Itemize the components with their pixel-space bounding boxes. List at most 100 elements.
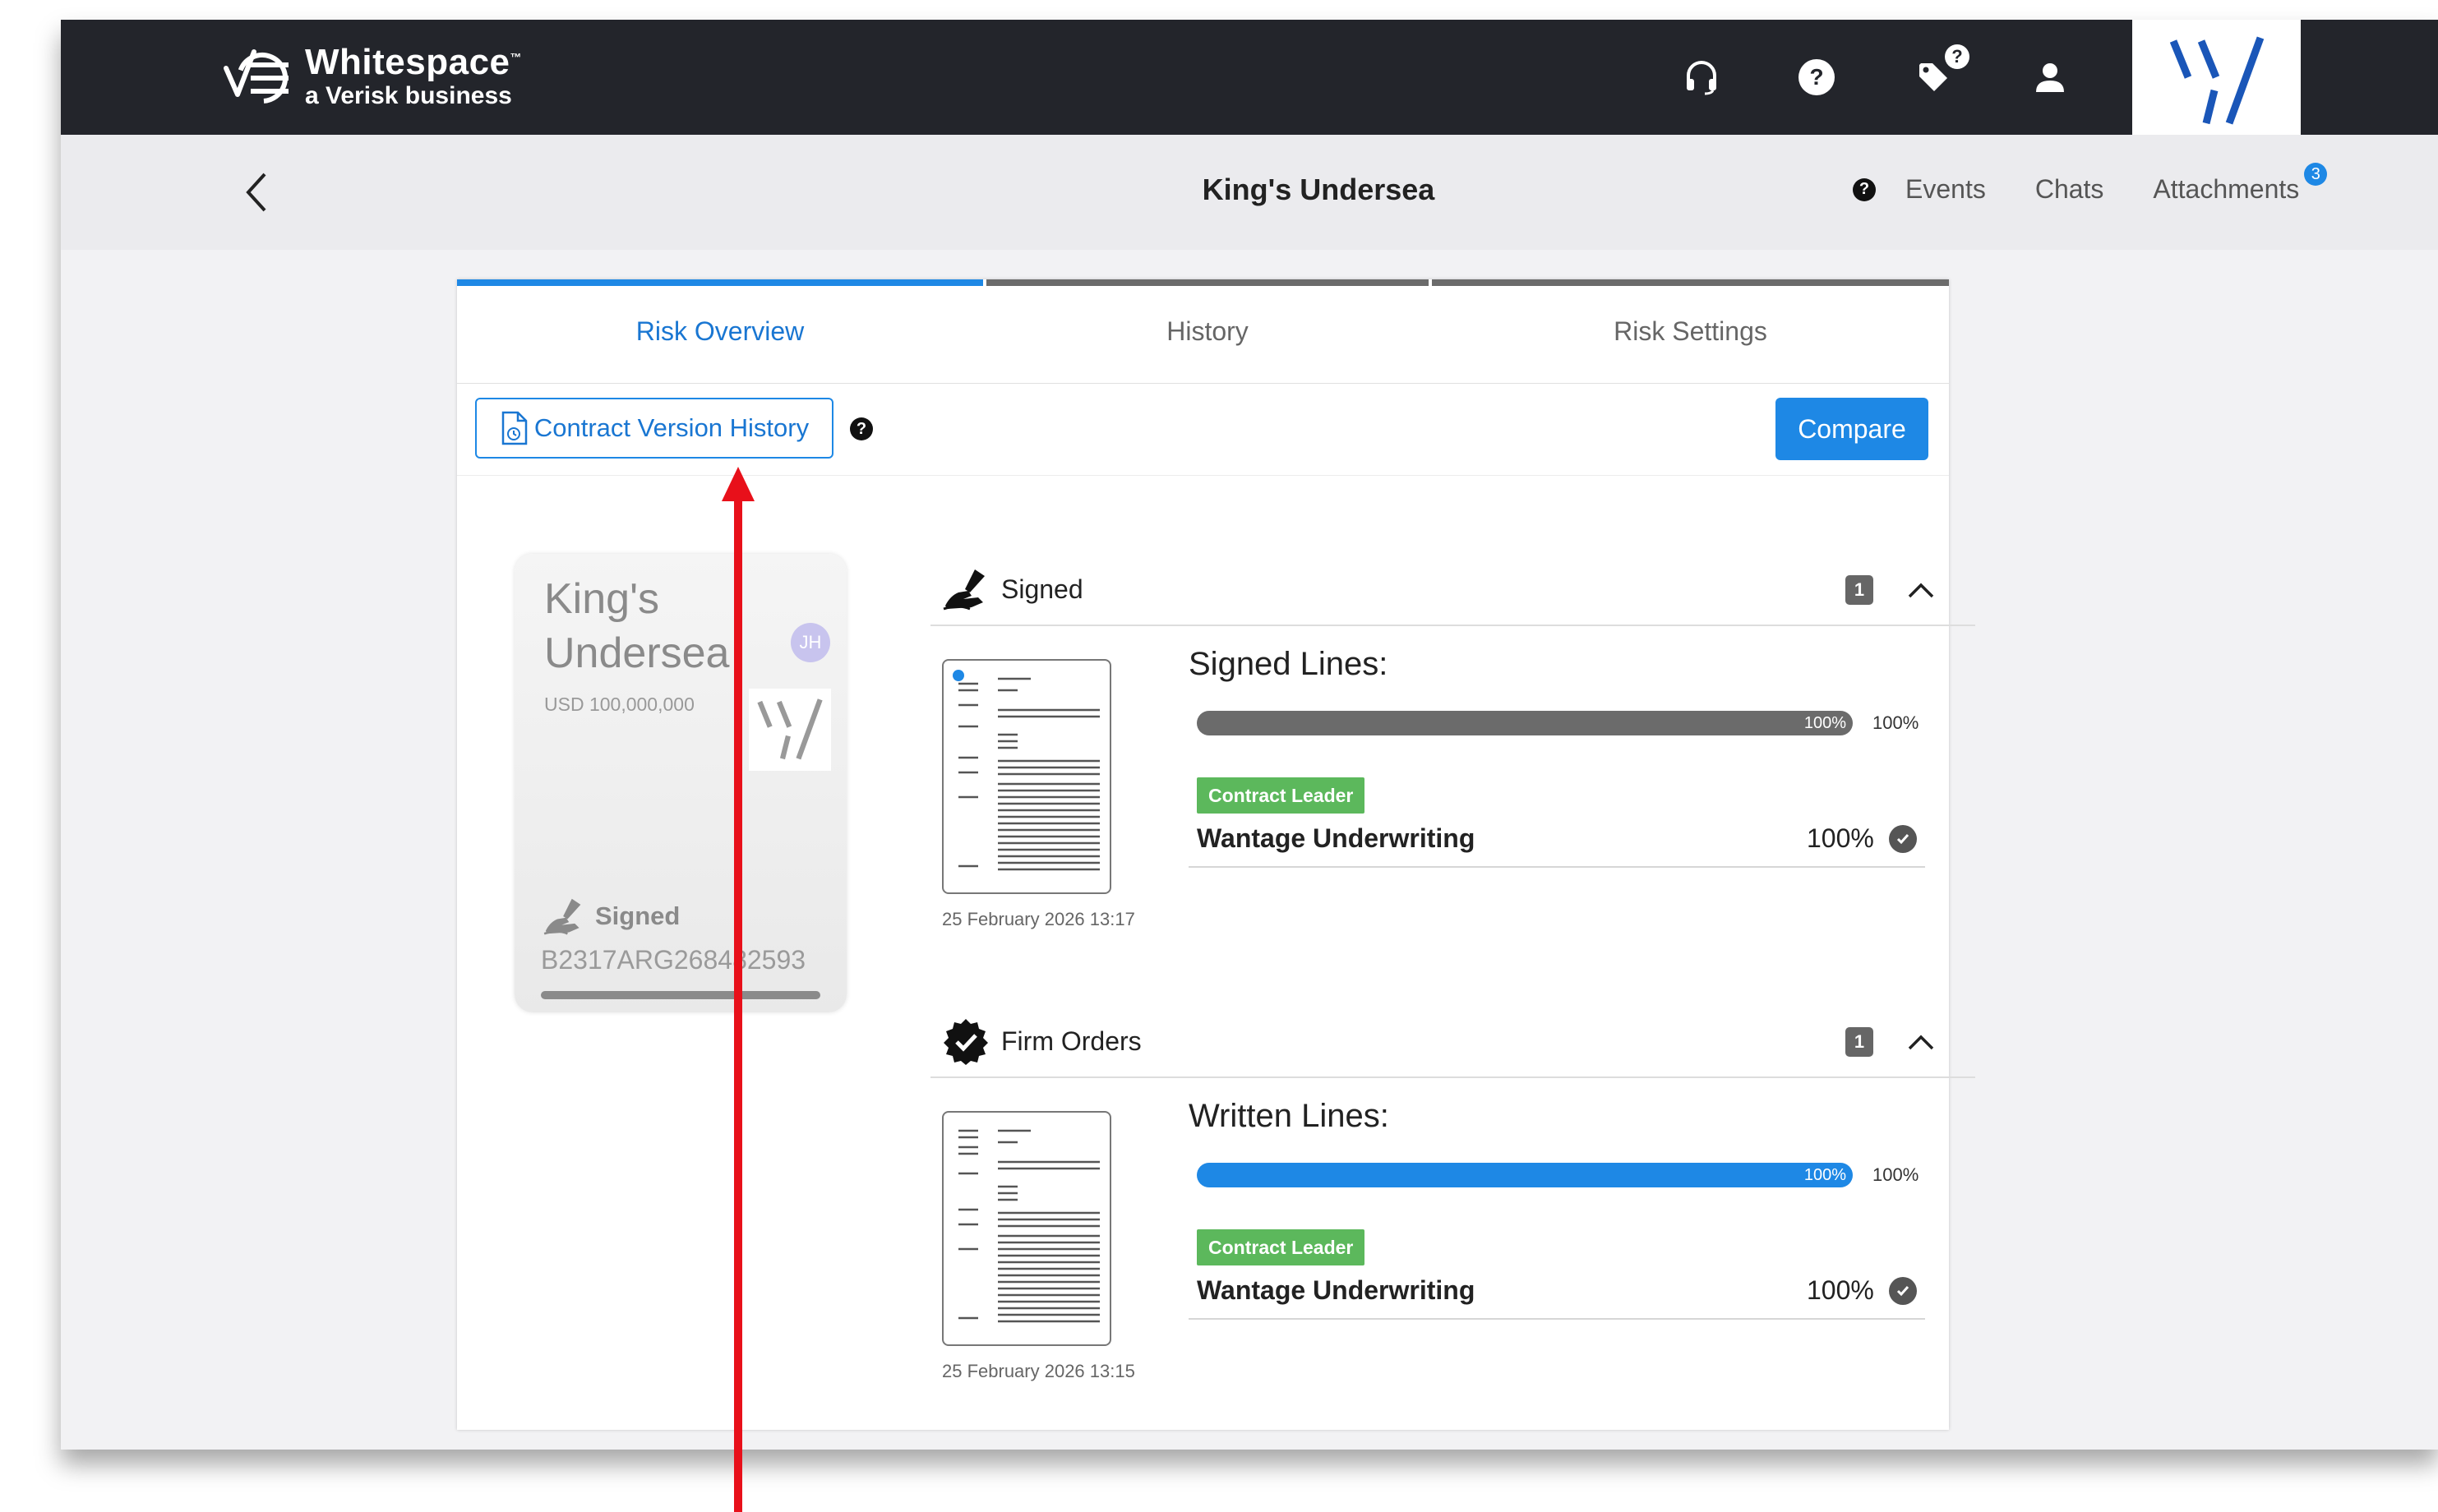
check-icon <box>1889 1277 1917 1305</box>
card-brand-logo <box>749 689 831 771</box>
divider <box>1189 866 1925 868</box>
progress-outer-label: 100% <box>1872 712 1919 733</box>
tab-label: Risk Settings <box>1614 316 1767 346</box>
chevron-left-icon <box>246 173 266 212</box>
risk-card-progress <box>541 991 820 999</box>
tab-label: Risk Overview <box>635 316 805 346</box>
signed-lines: Signed Lines: 100% 100% Contract Leader … <box>1189 646 1925 868</box>
verified-badge-icon <box>944 1019 988 1065</box>
avatar: JH <box>791 623 830 662</box>
progress-fill: 100% <box>1197 1163 1853 1187</box>
lines-title: Signed Lines: <box>1189 646 1388 682</box>
firm-orders-section: Firm Orders 1 25 February 2026 13:15 Wri… <box>930 1006 1975 1433</box>
organisation-logo[interactable] <box>2132 20 2301 143</box>
document-thumbnail[interactable] <box>942 659 1111 894</box>
tab-risk-settings[interactable]: Risk Settings <box>1432 279 1949 383</box>
support-button[interactable] <box>1677 53 1726 102</box>
progress-track: 100% <box>1197 711 1853 735</box>
brand-name: Whitespace <box>305 42 510 82</box>
lines-progress: 100% 100% <box>1197 708 1920 738</box>
tab-indicator <box>986 279 1429 286</box>
section-header[interactable]: Firm Orders 1 <box>930 1006 1975 1078</box>
attachments-label: Attachments <box>2153 174 2300 204</box>
tab-indicator <box>457 279 983 286</box>
risk-nav: ? Events Chats Attachments 3 <box>1853 163 2328 205</box>
section-count-badge: 1 <box>1845 1027 1873 1057</box>
progress-outer-label: 100% <box>1872 1164 1919 1185</box>
tab-history[interactable]: History <box>986 279 1429 383</box>
progress-fill: 100% <box>1197 711 1853 735</box>
contract-version-history-button[interactable]: Contract Version History <box>475 398 833 459</box>
divider <box>1189 1318 1925 1320</box>
back-button[interactable] <box>233 168 283 217</box>
progress-inner-label: 100% <box>1803 714 1846 732</box>
underwriter-share: 100% <box>1807 823 1874 853</box>
document-date: 25 February 2026 13:17 <box>942 909 1135 929</box>
signing-hand-icon <box>943 569 985 611</box>
contract-version-history-label: Contract Version History <box>533 413 810 442</box>
section-count-badge: 1 <box>1845 575 1873 605</box>
annotation-arrow-icon <box>722 467 755 1512</box>
document-preview-icon <box>958 1129 1100 1323</box>
document-preview-icon <box>953 670 1100 871</box>
w-brand-icon <box>2169 36 2264 125</box>
risk-card-status-label: Signed <box>595 901 681 930</box>
signing-hand-icon <box>543 898 581 935</box>
whitespace-logo-icon <box>224 49 289 104</box>
risk-card[interactable]: King's Undersea JH USD 100,000,000 Signe… <box>515 554 847 1012</box>
lines-title: Written Lines: <box>1189 1098 1389 1134</box>
underwriter-name: Wantage Underwriting <box>1197 823 1475 853</box>
tag-icon <box>1919 63 1947 91</box>
user-icon <box>2036 63 2064 92</box>
tab-risk-overview[interactable]: Risk Overview <box>457 279 983 383</box>
compare-button[interactable]: Compare <box>1775 398 1928 460</box>
check-icon <box>1889 825 1917 853</box>
whitespace-logo[interactable]: Whitespace™ a Verisk business <box>221 39 522 113</box>
underwriter-share: 100% <box>1807 1275 1874 1305</box>
section-title: Firm Orders <box>1001 1026 1142 1056</box>
attachments-link[interactable]: Attachments 3 <box>2153 163 2328 205</box>
svg-text:?: ? <box>1809 64 1823 90</box>
brand-tagline: a Verisk business <box>305 82 512 109</box>
risk-panel: Risk Overview History Risk Settings Cont… <box>457 279 1975 1430</box>
chats-link[interactable]: Chats <box>2035 174 2104 205</box>
signed-section: Signed 1 25 February 2026 13:17 Signed L… <box>930 554 1975 981</box>
toolbar: Contract Version History ? Compare <box>457 383 1949 476</box>
underwriter-name: Wantage Underwriting <box>1197 1275 1475 1305</box>
attachments-count-badge: 3 <box>2304 163 2328 186</box>
top-bar: Whitespace™ a Verisk business ? ? <box>61 20 2438 143</box>
risk-card-reference: B2317ARG268482593 <box>541 945 806 975</box>
tags-button[interactable]: ? <box>1909 44 1969 102</box>
logo-text: Whitespace™ a Verisk business <box>305 44 522 108</box>
chevron-up-icon[interactable] <box>1905 1027 1937 1057</box>
role-badge: Contract Leader <box>1197 777 1365 814</box>
risk-card-status: Signed <box>543 897 680 935</box>
help-button[interactable]: ? <box>1792 53 1841 102</box>
chevron-up-icon[interactable] <box>1905 575 1937 605</box>
events-link[interactable]: Events <box>1905 174 1986 205</box>
document-date: 25 February 2026 13:15 <box>942 1361 1135 1381</box>
section-header[interactable]: Signed 1 <box>930 554 1975 626</box>
role-badge: Contract Leader <box>1197 1229 1365 1265</box>
written-lines: Written Lines: 100% 100% Contract Leader… <box>1189 1098 1925 1320</box>
progress-inner-label: 100% <box>1803 1166 1846 1184</box>
headset-icon <box>1687 61 1716 95</box>
w-brand-icon <box>757 698 823 760</box>
brand-trademark: ™ <box>510 50 523 64</box>
help-icon[interactable]: ? <box>1853 177 1876 201</box>
profile-button[interactable] <box>2025 53 2075 102</box>
document-history-icon <box>501 411 528 445</box>
tab-label: History <box>1166 316 1249 346</box>
tab-bar: Risk Overview History Risk Settings <box>457 279 1949 384</box>
lines-progress: 100% 100% <box>1197 1160 1920 1190</box>
page-title: King's Undersea <box>1202 173 1435 206</box>
help-icon: ? <box>1798 59 1835 95</box>
tab-indicator <box>1432 279 1949 286</box>
help-icon[interactable]: ? <box>850 417 873 440</box>
risk-header: King's Undersea ? Events Chats Attachmen… <box>61 135 2438 250</box>
progress-track: 100% <box>1197 1163 1853 1187</box>
document-thumbnail[interactable] <box>942 1111 1111 1346</box>
section-title: Signed <box>1001 574 1083 604</box>
risk-card-amount: USD 100,000,000 <box>544 694 695 715</box>
tags-badge: ? <box>1945 44 1969 69</box>
